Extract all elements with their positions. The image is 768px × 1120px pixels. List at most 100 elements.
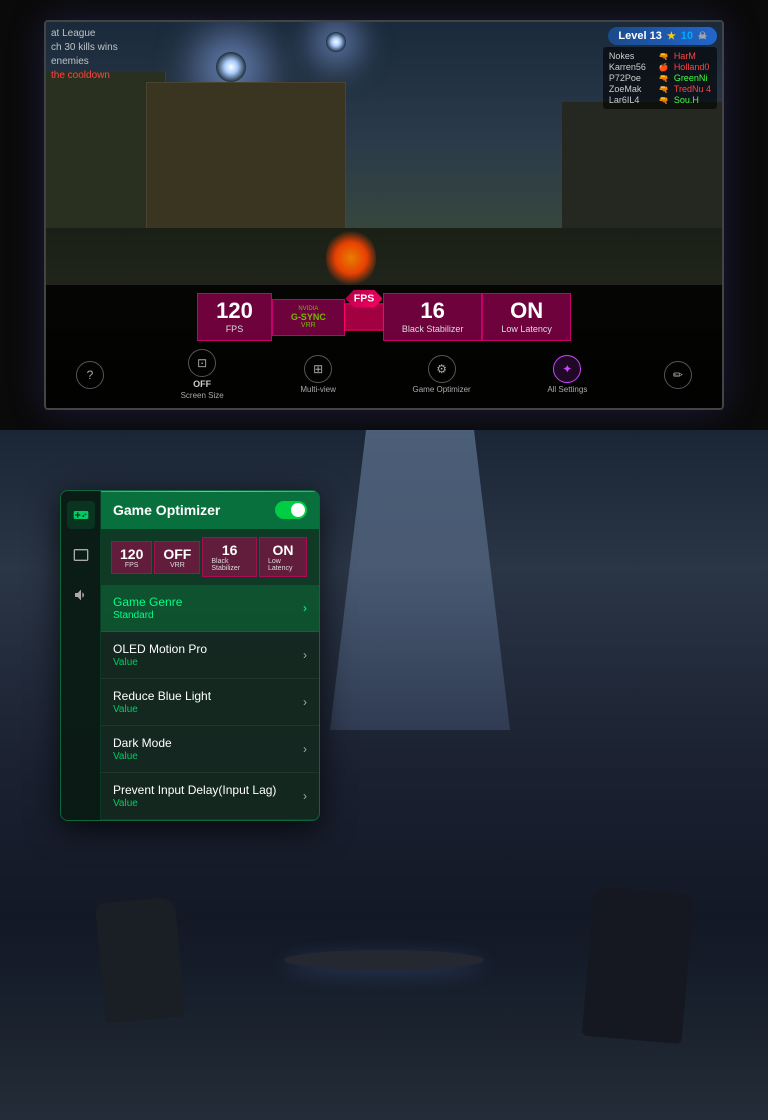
score-name-2: Karren56 — [609, 62, 654, 72]
sidebar-icon-volume[interactable] — [67, 581, 95, 609]
menu-item-genre-value: Standard — [113, 610, 182, 621]
score-name-3: P72Poe — [609, 73, 654, 83]
menu-item-oled-motion[interactable]: OLED Motion Pro Value › — [101, 632, 319, 679]
rock-left — [95, 897, 185, 1024]
help-button[interactable]: ? — [76, 361, 104, 389]
gsync-text: G-SYNC — [291, 312, 326, 322]
optimizer-icon: ⚙ — [428, 355, 456, 383]
menu-item-oled-name: OLED Motion Pro — [113, 642, 207, 656]
help-icon: ? — [76, 361, 104, 389]
score-icon-2: 🍎 — [659, 63, 669, 72]
menu-item-dark-left: Dark Mode Value — [113, 736, 172, 762]
panel-main: Game Optimizer 120 FPS OFF VRR 16 Black … — [101, 491, 319, 820]
latency-label: Low Latency — [501, 324, 552, 334]
scoreboard: Nokes 🔫 HarM Karren56 🍎 Holland0 P72Poe … — [603, 47, 717, 109]
menu-item-reduce-blue-light[interactable]: Reduce Blue Light Value › — [101, 679, 319, 726]
scene-explosion — [326, 228, 376, 288]
optimizer-panel: Game Optimizer 120 FPS OFF VRR 16 Black … — [60, 490, 320, 821]
chevron-icon-input: › — [303, 789, 307, 803]
menu-item-input-value: Value — [113, 798, 276, 809]
score-row: Lar6IL4 🔫 Sou.H — [609, 95, 711, 105]
black-stab-label: Black Stabilizer — [402, 324, 464, 334]
menu-item-blue-value: Value — [113, 704, 211, 715]
all-settings-control[interactable]: ✦ All Settings — [547, 355, 587, 394]
scene-light-2 — [326, 32, 346, 52]
screen-size-control[interactable]: ⊡ OFF Screen Size — [181, 349, 224, 400]
score-row: P72Poe 🔫 GreenNi — [609, 73, 711, 83]
screen-size-value: OFF — [193, 379, 211, 389]
score-val-2: Holland0 — [674, 62, 710, 72]
chevron-icon-oled: › — [303, 648, 307, 662]
chevron-icon-genre: › — [303, 601, 307, 615]
menu-item-genre-left: Game Genre Standard — [113, 595, 182, 621]
black-stab-stat: 16 Black Stabilizer — [383, 293, 483, 341]
hud-bottom: 120 FPS NVIDIA G-SYNC VRR FPS — [46, 285, 722, 408]
panel-vrr-label: VRR — [170, 562, 185, 569]
game-optimizer-control[interactable]: ⚙ Game Optimizer — [412, 355, 470, 394]
hud-line4: the cooldown — [51, 69, 118, 83]
panel-latency-value: ON — [272, 542, 293, 558]
score-icon-3: 🔫 — [659, 74, 669, 83]
level-badge: Level 13 ★ 10 ☠ — [608, 27, 717, 45]
menu-item-dark-mode[interactable]: Dark Mode Value › — [101, 726, 319, 773]
stats-bar: 120 FPS NVIDIA G-SYNC VRR FPS — [56, 293, 712, 341]
hud-line2: ch 30 kills wins — [51, 41, 118, 55]
score-icon-1: 🔫 — [659, 52, 669, 61]
panel-stats: 120 FPS OFF VRR 16 Black Stabilizer ON L… — [101, 529, 319, 585]
gsync-logo: NVIDIA G-SYNC VRR — [291, 306, 326, 329]
menu-item-blue-name: Reduce Blue Light — [113, 689, 211, 703]
black-stab-value: 16 — [420, 300, 444, 322]
panel-blackstab-label: Black Stabilizer — [211, 558, 248, 572]
menu-item-dark-name: Dark Mode — [113, 736, 172, 750]
chevron-icon-blue: › — [303, 695, 307, 709]
panel-menu: Game Genre Standard › OLED Motion Pro Va… — [101, 585, 319, 820]
waterfall — [330, 430, 510, 730]
score-name-5: Lar6IL4 — [609, 95, 654, 105]
sidebar-icon-display[interactable] — [67, 541, 95, 569]
panel-latency-stat: ON Low Latency — [259, 537, 307, 577]
menu-item-blue-left: Reduce Blue Light Value — [113, 689, 211, 715]
hud-top-left: at League ch 30 kills wins enemies the c… — [51, 27, 118, 83]
panel-fps-value: 120 — [120, 546, 143, 562]
hud-line1: at League — [51, 27, 118, 41]
hud-line3: enemies — [51, 55, 118, 69]
edit-button[interactable]: ✏ — [664, 361, 692, 389]
game-screen: at League ch 30 kills wins enemies the c… — [44, 20, 724, 410]
panel-blackstab-value: 16 — [222, 542, 238, 558]
menu-item-input-delay[interactable]: Prevent Input Delay(Input Lag) Value › — [101, 773, 319, 820]
star-count: 10 — [681, 30, 693, 42]
score-icon-4: 🔫 — [659, 85, 669, 94]
menu-item-oled-value: Value — [113, 657, 207, 668]
panel-toggle[interactable] — [275, 501, 307, 519]
scene-light-1 — [216, 52, 246, 82]
top-section: at League ch 30 kills wins enemies the c… — [0, 0, 768, 430]
fps-label: FPS — [226, 324, 244, 334]
scene-wall — [146, 82, 346, 232]
fps-stat: 120 FPS — [197, 293, 272, 341]
menu-item-oled-left: OLED Motion Pro Value — [113, 642, 207, 668]
fps-value: 120 — [216, 300, 253, 322]
hud-top-right: Level 13 ★ 10 ☠ Nokes 🔫 HarM Karren56 🍎 … — [603, 27, 717, 109]
game-background: at League ch 30 kills wins enemies the c… — [46, 22, 722, 408]
menu-item-input-left: Prevent Input Delay(Input Lag) Value — [113, 783, 276, 809]
screen-size-icon: ⊡ — [188, 349, 216, 377]
panel-sidebar — [61, 491, 101, 820]
sidebar-icon-gamepad[interactable] — [67, 501, 95, 529]
multi-view-control[interactable]: ⊞ Multi-view — [300, 355, 336, 394]
menu-item-dark-value: Value — [113, 751, 172, 762]
scene-platform — [284, 950, 484, 970]
panel-vrr-stat: OFF VRR — [154, 541, 200, 574]
score-row: Nokes 🔫 HarM — [609, 51, 711, 61]
score-row: ZoeMak 🔫 TredNu 4 — [609, 84, 711, 94]
all-settings-icon: ✦ — [553, 355, 581, 383]
score-val-5: Sou.H — [674, 95, 699, 105]
menu-item-input-name: Prevent Input Delay(Input Lag) — [113, 783, 276, 797]
menu-item-game-genre[interactable]: Game Genre Standard › — [101, 585, 319, 632]
vrr-label: VRR — [301, 322, 316, 329]
rock-right — [582, 886, 695, 1044]
screen-size-label: Screen Size — [181, 391, 224, 400]
latency-stat: ON Low Latency — [482, 293, 571, 341]
gsync-stat: NVIDIA G-SYNC VRR — [272, 299, 345, 336]
score-row: Karren56 🍎 Holland0 — [609, 62, 711, 72]
bottom-section: Game Optimizer 120 FPS OFF VRR 16 Black … — [0, 430, 768, 1120]
